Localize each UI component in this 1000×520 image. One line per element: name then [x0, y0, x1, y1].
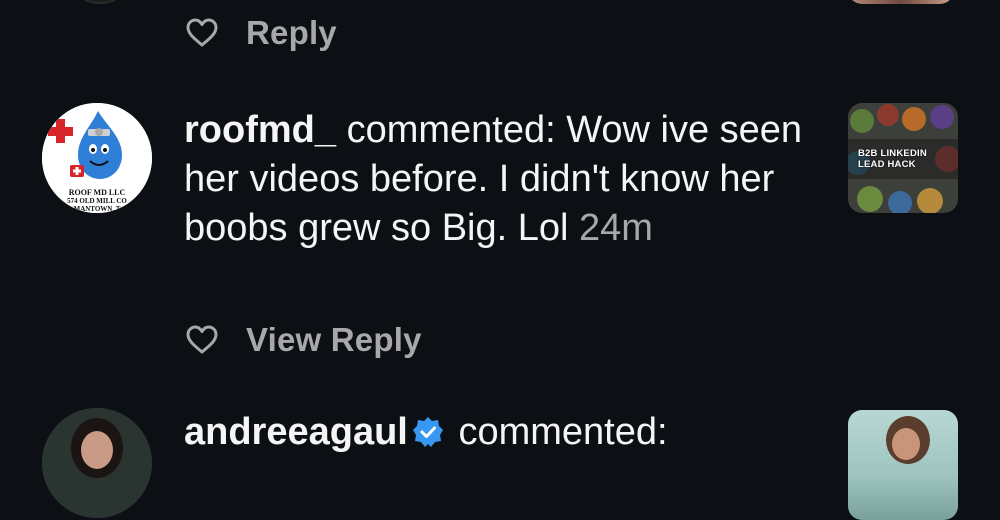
commenter-avatar[interactable]: ROOF MD LLC 574 OLD MILL CO MANTOWN, T: [42, 103, 152, 213]
comment-actions-row: View Reply: [186, 321, 422, 359]
view-reply-button[interactable]: View Reply: [246, 321, 422, 359]
logo-address-line2: MANTOWN, T: [74, 205, 121, 213]
reply-button[interactable]: Reply: [246, 14, 337, 52]
verified-badge-icon: [412, 417, 443, 447]
heart-icon[interactable]: [186, 18, 218, 48]
heart-icon[interactable]: [186, 325, 218, 355]
comment-body: roofmd_ commented: Wow ive seen her vide…: [184, 106, 804, 253]
next-commenter-avatar[interactable]: [42, 408, 152, 518]
next-comment-action-text: commented:: [458, 411, 668, 453]
next-avatar-image: [42, 408, 152, 518]
logo-address-line1: 574 OLD MILL CO: [67, 197, 127, 205]
previous-comment-avatar[interactable]: [70, 0, 130, 4]
thumbnail-caption: B2B LINKEDIN LEAD HACK: [858, 148, 927, 170]
post-thumbnail[interactable]: B2B LINKEDIN LEAD HACK: [848, 103, 958, 213]
previous-post-thumbnail[interactable]: [848, 0, 954, 4]
roof-md-logo: ROOF MD LLC 574 OLD MILL CO MANTOWN, T: [42, 103, 152, 213]
comment-timestamp: 24m: [579, 207, 653, 249]
commenter-username[interactable]: roofmd_: [184, 109, 336, 151]
next-commenter-username[interactable]: andreeagaul: [184, 411, 408, 453]
comment-action-text: commented:: [346, 109, 556, 151]
logo-company-name: ROOF MD LLC: [69, 188, 126, 197]
next-post-thumbnail[interactable]: [848, 410, 958, 520]
previous-reply-row: Reply: [186, 14, 337, 52]
next-comment-body: andreeagaul commented:: [184, 408, 668, 457]
next-thumbnail-image: [886, 416, 930, 464]
